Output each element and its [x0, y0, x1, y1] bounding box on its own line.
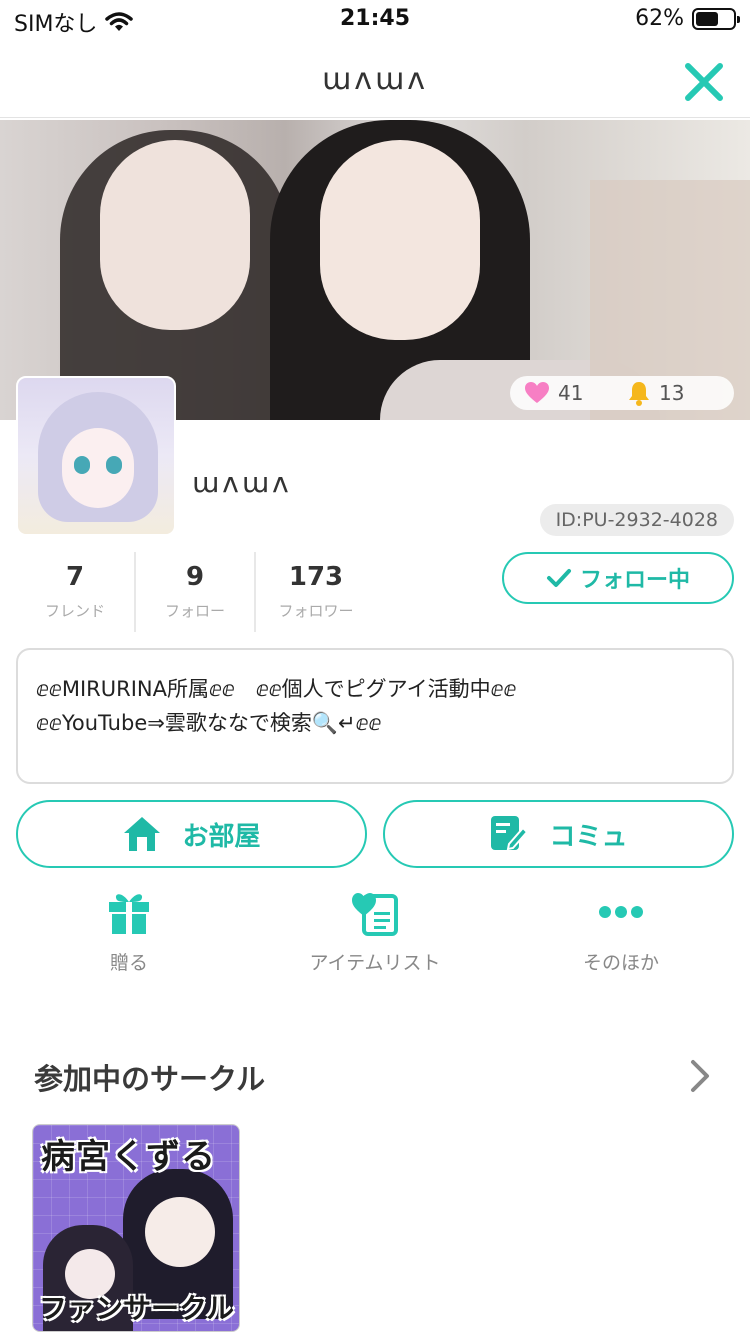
likes-count: 41 [558, 381, 584, 405]
count-value: 7 [65, 562, 85, 592]
cover-photo [0, 120, 750, 420]
status-right: 62% [635, 6, 740, 31]
user-id-badge: ID:PU-2932-4028 [539, 504, 734, 536]
gift-label: 贈る [109, 952, 148, 974]
community-button[interactable]: コミュ [383, 800, 734, 868]
gift-icon [109, 894, 149, 934]
close-icon[interactable] [682, 60, 726, 104]
circles-heading: 参加中のサークル [34, 1062, 266, 1096]
battery-percent: 62% [635, 6, 684, 31]
count-following[interactable]: 9 フォロー [136, 552, 257, 632]
notify-count: 13 [659, 381, 685, 405]
more-label: そのほか [582, 952, 659, 974]
house-icon [124, 817, 161, 851]
circle-card-subtitle: ファンサークル [39, 1292, 235, 1325]
count-label: フレンド [45, 602, 106, 620]
gift-menu-item[interactable]: 贈る [19, 884, 239, 975]
likes-stat[interactable]: 41 [524, 381, 617, 405]
following-button[interactable]: フォロー中 [502, 552, 734, 604]
following-label: フォロー中 [579, 568, 690, 593]
count-value: 173 [288, 562, 344, 592]
circle-card-title: 病宮くずる [41, 1137, 216, 1177]
chevron-right-icon[interactable] [688, 1058, 712, 1094]
item-list-menu-item[interactable]: アイテムリスト [265, 884, 485, 975]
cover-face-right [320, 140, 480, 340]
profile-counts: 7 フレンド 9 フォロー 173 フォロワー [16, 552, 376, 632]
community-icon [491, 816, 529, 851]
circle-card-face [145, 1197, 215, 1267]
count-label: フォロワー [278, 602, 354, 620]
cover-face-left [100, 140, 250, 330]
bio-line: ⅇⅇYouTube⇒雲歌ななで検索🔍↵ⅇⅇ [36, 711, 382, 735]
community-label: コミュ [549, 821, 628, 852]
circle-card[interactable]: 病宮くずる ファンサークル [32, 1124, 240, 1332]
more-menu-item[interactable]: そのほか [511, 884, 731, 975]
count-followers[interactable]: 173 フォロワー [256, 552, 376, 632]
page-title: ɯᴧɯᴧ [322, 62, 428, 97]
avatar-eye-left [74, 456, 90, 474]
bio-line: ⅇⅇMIRURINA所属ⅇⅇ ⅇⅇ個人でピグアイ活動中ⅇⅇ [36, 677, 517, 701]
heart-icon [525, 382, 549, 403]
nav-bar: ɯᴧɯᴧ [0, 44, 750, 118]
count-value: 9 [185, 562, 205, 592]
battery-icon [692, 7, 740, 30]
count-label: フォロー [165, 602, 226, 620]
heart-list-icon [352, 893, 398, 936]
avatar-eye-right [106, 456, 122, 474]
room-button[interactable]: お部屋 [16, 800, 367, 868]
count-friends[interactable]: 7 フレンド [16, 552, 137, 632]
status-bar: SIMなし 21:45 62% [0, 0, 750, 44]
battery-level [696, 11, 719, 26]
reaction-stats: 41 13 [510, 376, 734, 410]
profile-name: ɯᴧɯᴧ [192, 466, 292, 499]
avatar[interactable] [16, 376, 176, 536]
more-icon [599, 906, 643, 918]
room-label: お部屋 [182, 821, 261, 852]
notify-stat[interactable]: 13 [627, 380, 720, 406]
check-icon [546, 569, 571, 587]
item-list-label: アイテムリスト [309, 952, 441, 974]
avatar-face [62, 428, 134, 508]
profile-bio: ⅇⅇMIRURINA所属ⅇⅇ ⅇⅇ個人でピグアイ活動中ⅇⅇ ⅇⅇYouTube⇒… [16, 648, 734, 784]
bell-icon [629, 382, 649, 406]
